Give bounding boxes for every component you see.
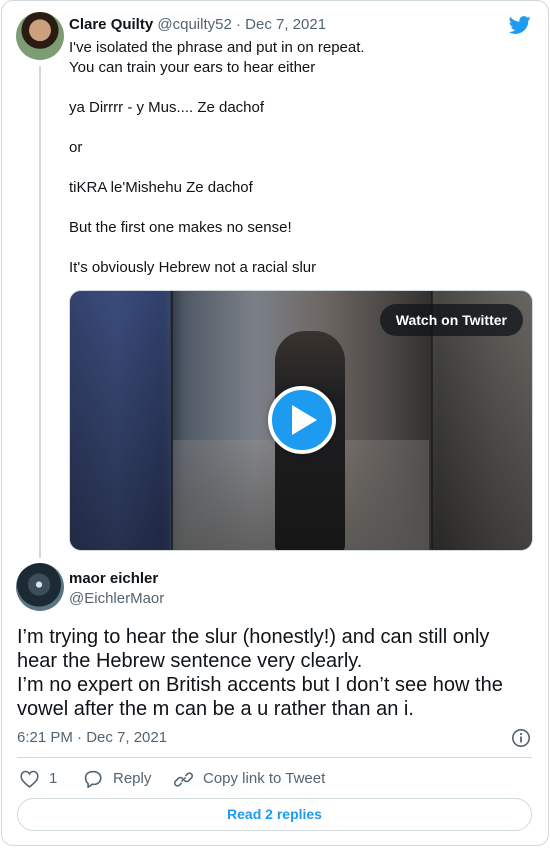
twitter-bird-icon[interactable] [508,14,532,36]
like-button[interactable]: 1 [20,769,57,789]
tweet-line: ya Dirrrr - y Mus.... Ze dachof [69,99,265,116]
link-icon [174,771,193,787]
reply-bubble-icon [84,770,102,788]
like-count: 1 [49,770,58,787]
reply-label: Reply [113,770,152,787]
author-name[interactable]: Clare Quilty [69,16,153,33]
tweet-line: But the first one makes no sense! [69,219,292,236]
tweet-line: I've isolated the phrase and put in on r… [69,39,365,56]
tweet2-text: I’m trying to hear the slur (honestly!) … [17,625,532,721]
tweet-line: tiKRA le'Mishehu Ze dachof [69,179,253,196]
play-icon [292,405,317,435]
copy-link-button[interactable]: Copy link to Tweet [174,769,325,789]
divider [17,757,532,758]
tweet-paragraph: I’m trying to hear the slur (honestly!) … [17,626,490,672]
avatar[interactable] [16,563,64,611]
tweet-line [69,198,529,218]
info-icon[interactable] [511,728,531,748]
author-name[interactable]: maor eichler [69,569,158,589]
play-button[interactable] [268,386,336,454]
date-separator: · [235,16,241,33]
tweet-line: You can train your ears to hear either [69,59,316,76]
tweet-paragraph: I’m no expert on British accents but I d… [17,674,503,720]
tweet1-text: I've isolated the phrase and put in on r… [69,38,529,278]
tweet-line [69,118,529,138]
tweet1-header: Clare Quilty @cquilty52 · Dec 7, 2021 [69,15,326,35]
heart-icon [20,770,39,788]
avatar[interactable] [16,12,64,60]
reply-button[interactable]: Reply [83,769,151,789]
tweet-date[interactable]: Dec 7, 2021 [245,16,326,33]
tweet-timestamp[interactable]: 6:21 PM · Dec 7, 2021 [17,728,167,748]
tweet-line [69,78,529,98]
tweet-line [69,158,529,178]
video-blur-left [70,291,170,550]
copy-link-label: Copy link to Tweet [203,770,326,787]
video-thumbnail[interactable]: Watch on Twitter [69,290,533,551]
tweet-line: It's obviously Hebrew not a racial slur [69,259,317,276]
read-replies-button[interactable]: Read 2 replies [17,798,532,831]
watch-on-twitter-button[interactable]: Watch on Twitter [379,304,523,336]
tweet-line: or [69,139,83,156]
author-handle[interactable]: @cquilty52 [157,16,231,33]
tweet-line [69,238,529,258]
thread-connector-line [39,66,41,558]
author-handle[interactable]: @EichlerMaor [69,589,164,609]
